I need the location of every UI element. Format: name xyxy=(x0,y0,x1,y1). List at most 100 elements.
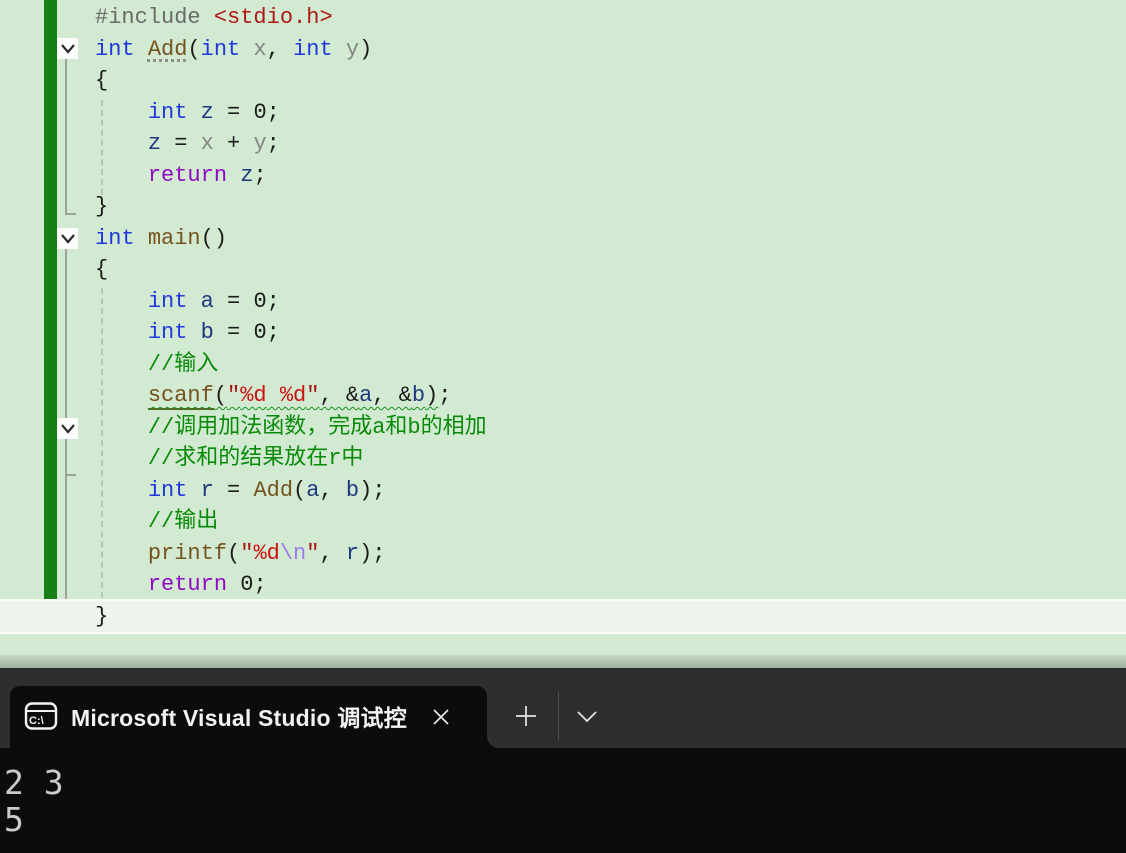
code-line[interactable]: } xyxy=(0,600,1126,632)
code-editor[interactable]: #include <stdio.h> int Add(int x, int y){… xyxy=(0,0,1126,655)
code-token: ); xyxy=(359,477,386,503)
plus-icon xyxy=(516,706,536,726)
code-line[interactable]: { xyxy=(0,254,1126,286)
code-token: = xyxy=(161,131,201,156)
code-token: ; xyxy=(266,288,280,314)
terminal-titlebar: C:\ Microsoft Visual Studio 调试控 xyxy=(0,668,1126,748)
code-token: x xyxy=(240,36,267,62)
terminal-tab-title: Microsoft Visual Studio 调试控 xyxy=(71,705,407,731)
tab-close-button[interactable] xyxy=(428,704,454,730)
code-token: " xyxy=(227,383,241,408)
code-token: ) xyxy=(425,383,439,408)
code-token: = xyxy=(213,288,254,314)
code-token: = xyxy=(213,99,254,125)
code-token: ( xyxy=(213,383,228,408)
code-token: Add xyxy=(147,36,188,62)
code-token: a xyxy=(200,288,214,314)
code-line[interactable]: //输出 xyxy=(0,506,1126,538)
code-token: 0 xyxy=(253,99,267,125)
code-token: = xyxy=(213,320,254,345)
terminal-output-line: 5 xyxy=(4,800,24,839)
code-token: x xyxy=(200,131,214,156)
code-line[interactable]: int b = 0; xyxy=(0,317,1126,349)
fold-chevron-comment-block[interactable] xyxy=(57,418,78,439)
code-line[interactable]: //输入 xyxy=(0,349,1126,381)
code-token: , xyxy=(266,36,294,62)
code-line[interactable]: //调用加法函数，完成a和b的相加 xyxy=(0,412,1126,444)
code-token: \n xyxy=(279,540,307,566)
code-token: return xyxy=(147,572,228,597)
code-line[interactable]: int r = Add(a, b); xyxy=(0,475,1126,507)
code-token: " xyxy=(306,540,320,566)
code-line[interactable]: #include <stdio.h> xyxy=(0,2,1126,34)
code-line[interactable]: return 0; xyxy=(0,569,1126,601)
code-token: //求和的结果放在r中 xyxy=(147,446,364,471)
close-icon xyxy=(433,709,449,725)
tab-dropdown-button[interactable] xyxy=(572,704,602,728)
code-token: ; xyxy=(253,162,267,188)
code-token: int xyxy=(200,36,241,62)
code-token: b xyxy=(411,383,426,408)
code-token: %d xyxy=(279,383,307,408)
cmd-terminal-icon: C:\ xyxy=(24,702,58,730)
code-token: ; xyxy=(266,99,280,125)
code-token: ; xyxy=(266,131,280,156)
code-token: , xyxy=(319,540,346,566)
code-token: " xyxy=(240,540,254,566)
chevron-down-icon xyxy=(60,43,75,54)
code-line[interactable]: return z; xyxy=(0,160,1126,192)
code-line[interactable]: //求和的结果放在r中 xyxy=(0,443,1126,475)
new-tab-button[interactable] xyxy=(512,702,540,730)
screen: #include <stdio.h> int Add(int x, int y){… xyxy=(0,0,1126,853)
code-token: , xyxy=(319,477,346,503)
code-line[interactable]: scanf("%d %d", &a, &b); xyxy=(0,380,1126,412)
terminal-output-area[interactable]: 2 35 xyxy=(0,748,1126,853)
code-line[interactable]: int a = 0; xyxy=(0,286,1126,318)
code-line[interactable]: int Add(int x, int y) xyxy=(0,34,1126,66)
code-token: r xyxy=(345,540,360,566)
code-token: ; xyxy=(438,383,452,408)
error-squiggle: scanf("%d %d", &a, &b) xyxy=(147,383,439,410)
code-line[interactable]: int z = 0; xyxy=(0,97,1126,129)
fold-chevron-main-function[interactable] xyxy=(57,228,78,249)
code-token: 0 xyxy=(253,288,267,314)
fold-chevron-add-function[interactable] xyxy=(57,38,78,59)
code-token: , & xyxy=(372,383,412,408)
code-token: ; xyxy=(266,320,280,345)
code-token: ( xyxy=(293,477,307,503)
code-line[interactable]: printf("%d\n", r); xyxy=(0,538,1126,570)
tabbar-separator xyxy=(558,692,559,740)
code-token: int xyxy=(147,320,188,345)
code-token: a xyxy=(306,477,320,503)
code-line[interactable]: } xyxy=(0,191,1126,223)
terminal-output: 2 35 xyxy=(0,748,1126,838)
code-token: b xyxy=(200,320,214,345)
code-token: z xyxy=(147,131,162,156)
code-token: + xyxy=(213,131,254,156)
terminal-tab[interactable]: C:\ Microsoft Visual Studio 调试控 xyxy=(10,686,487,748)
code-line[interactable]: z = x + y; xyxy=(0,128,1126,160)
code-line[interactable]: { xyxy=(0,65,1126,97)
code-token: int xyxy=(95,36,135,62)
code-token: b xyxy=(345,477,360,503)
window-seam xyxy=(0,655,1126,668)
code-token: main xyxy=(147,225,201,251)
code-token: scanf xyxy=(147,383,214,410)
code-token: 0 xyxy=(253,320,267,345)
svg-text:C:\: C:\ xyxy=(29,715,44,727)
code-line[interactable]: int main() xyxy=(0,223,1126,255)
